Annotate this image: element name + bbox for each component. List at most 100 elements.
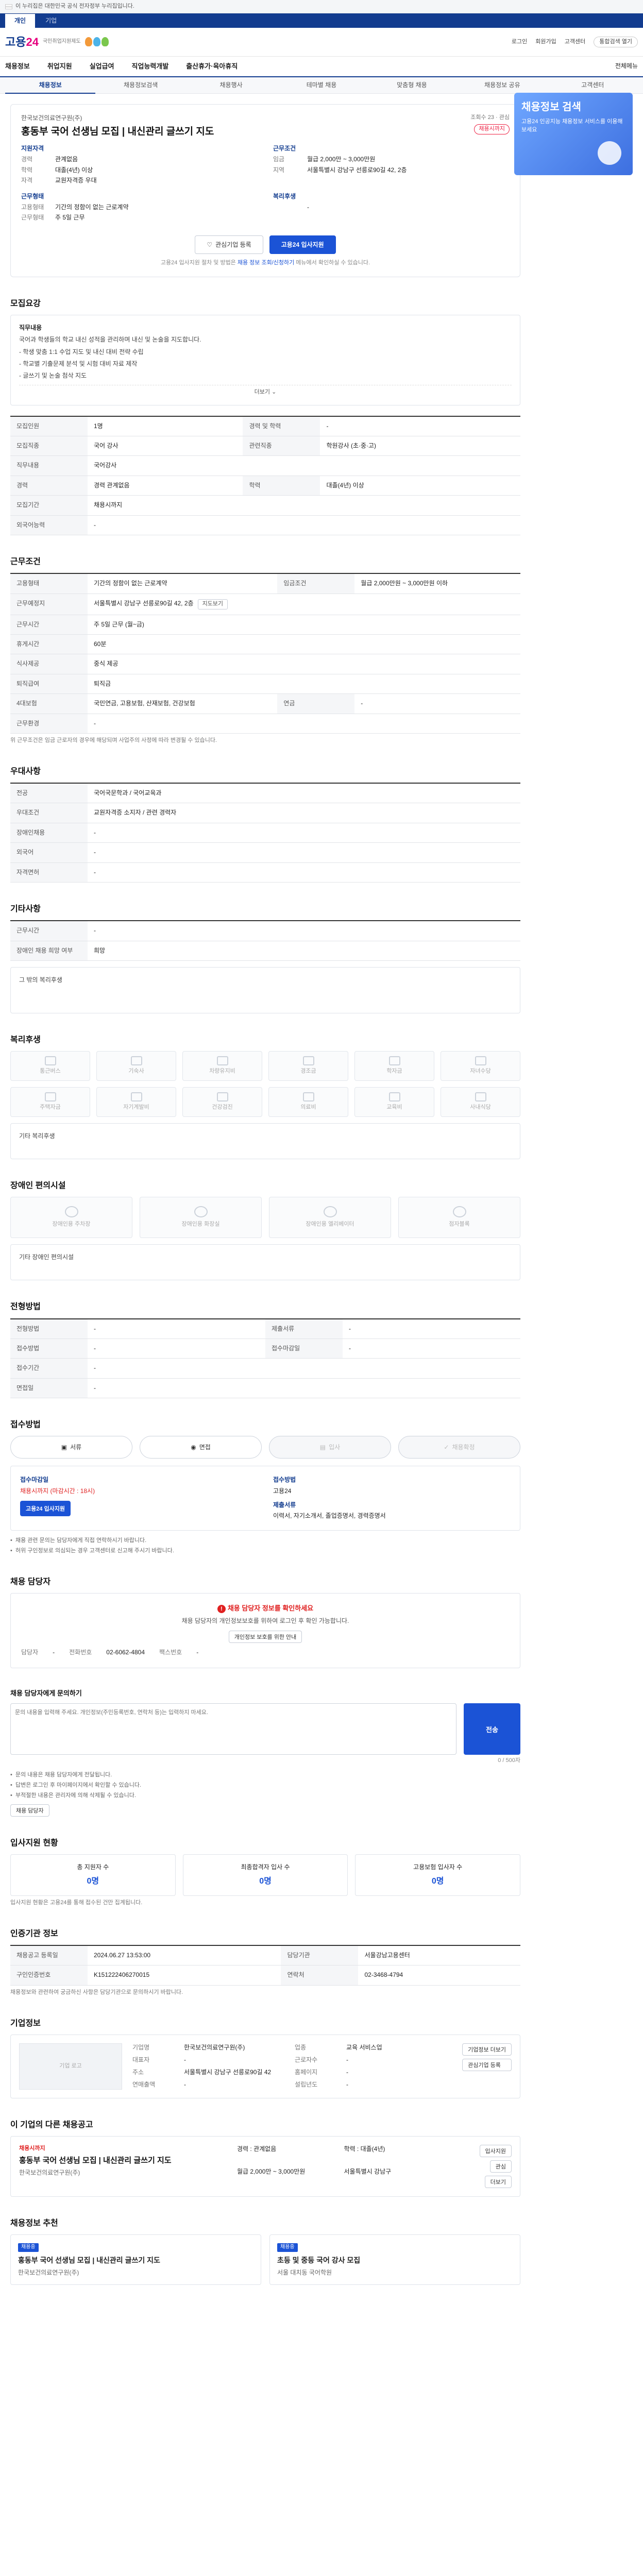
stat-label: 최종합격자 입사 수: [241, 1863, 290, 1871]
privacy-guide-button[interactable]: 개인정보 보호를 위한 안내: [228, 1631, 302, 1643]
section-title: 인증기관 정보: [10, 1929, 58, 1938]
welfare-label: 사내식당: [470, 1104, 491, 1111]
summary-row: 임금 월급 2,000만 ~ 3,000만원: [273, 155, 510, 164]
subnav-events[interactable]: 채용행사: [186, 81, 276, 90]
interest-company-button[interactable]: ♡ 관심기업 등록: [195, 235, 263, 254]
help-link[interactable]: 고객센터: [565, 38, 585, 46]
side-banner[interactable]: 채용정보 검색 고용24 인공지능 채용정보 서비스를 이용해 보세요: [514, 93, 633, 175]
facility-other-box: 기타 장애인 편의시설: [10, 1244, 520, 1281]
welfare-item: 주택자금: [10, 1087, 90, 1117]
site-logo[interactable]: 고용24 국민취업지원제도: [5, 34, 109, 50]
subnav-theme[interactable]: 테마별 채용: [276, 81, 366, 90]
agency-section: 인증기관 정보 채용공고 등록일 2024.06.27 13:53:00 담당기관 서…: [10, 1928, 520, 1997]
table-key: 경력 및 학력: [243, 416, 320, 437]
tab-personal[interactable]: 개인: [5, 13, 36, 28]
same-interest-button[interactable]: 관심: [489, 2160, 512, 2173]
meta-item: 학력 : 대졸(4년): [344, 2145, 385, 2153]
apply-col-heading: 접수마감일: [20, 1476, 49, 1484]
table-row: 장애인 채용 희망 여부 희망: [10, 941, 520, 961]
gnb-leave[interactable]: 출산휴가·육아휴직: [186, 62, 238, 72]
table-value: -: [320, 416, 520, 437]
same-company-job[interactable]: 채용시까지 홍동부 국어 선생님 모집 | 내신관리 글쓰기 지도 한국보건의료…: [10, 2136, 520, 2197]
scrap-button[interactable]: 관심: [499, 114, 510, 121]
company-interest-button[interactable]: 관심기업 등록: [462, 2058, 512, 2071]
table-key: 전공: [10, 783, 88, 804]
more-button[interactable]: 더보기 ⌄: [19, 384, 512, 397]
gnb-unemployment[interactable]: 실업급여: [90, 62, 114, 72]
table-key: 식사제공: [10, 654, 88, 674]
gnb-employment-support[interactable]: 취업지원: [47, 62, 72, 72]
subnav-jobs[interactable]: 채용정보: [5, 81, 96, 94]
table-value: 국어 강사: [88, 436, 243, 456]
signup-link[interactable]: 회원가입: [535, 38, 556, 46]
search-toggle[interactable]: 통합검색 열기: [594, 36, 638, 48]
char-counter: 0 / 500자: [498, 1757, 520, 1764]
section-title: 채용 담당자: [10, 1577, 51, 1586]
apply-button[interactable]: 고용24 입사지원: [269, 235, 336, 254]
same-job-title[interactable]: 홍동부 국어 선생님 모집 | 내신관리 글쓰기 지도: [19, 2155, 227, 2166]
table-row: 자격면허 -: [10, 862, 520, 883]
subnav-search[interactable]: 채용정보검색: [95, 81, 185, 90]
preference-table: 전공 국어국문학과 / 국어교육과 우대조건 교원자격증 소지자 / 관련 경력자 …: [10, 783, 520, 883]
table-value: -: [88, 842, 520, 863]
table-row: 근무시간 주 5일 근무 (월~금): [10, 615, 520, 635]
table-key: 접수마감일: [265, 1338, 343, 1359]
logo-mark: 고용24: [5, 35, 39, 48]
subnav-custom[interactable]: 맞춤형 채용: [367, 81, 457, 90]
company-value: 교육 서비스업: [346, 2043, 382, 2051]
manager-text: 채용 담당자의 개인정보보호를 위하여 로그인 후 확인 가능합니다.: [181, 1617, 349, 1624]
same-more-button[interactable]: 더보기: [484, 2176, 512, 2189]
company-name[interactable]: 한국보건의료연구원(주): [21, 114, 510, 123]
login-link[interactable]: 로그인: [512, 38, 527, 46]
table-value: -: [88, 714, 520, 734]
inquiry-actions: 채용 담당자: [10, 1804, 520, 1817]
recommend-cards: 채용중 홍동부 국어 선생님 모집 | 내신관리 글쓰기 지도 한국보건의료연구…: [10, 2234, 520, 2285]
section-title: 전형방법: [10, 1302, 41, 1312]
table-value: 희망: [88, 941, 520, 961]
work-footnote: 위 근무조건은 임금 근로자의 경우에 해당되며 사업주의 사정에 따라 변경될…: [10, 737, 217, 743]
apply-col: 접수마감일 채용시까지 (마감시간 : 18시) 고용24 입사지원: [20, 1476, 258, 1521]
cap-icon: [388, 1056, 400, 1066]
gnb-training[interactable]: 직업능력개발: [132, 62, 169, 72]
table-value: -: [88, 1318, 265, 1339]
recommend-card[interactable]: 채용중 홍동부 국어 선생님 모집 | 내신관리 글쓰기 지도 한국보건의료연구…: [10, 2234, 261, 2285]
table-row: 모집인원 1명 경력 및 학력 -: [10, 416, 520, 437]
inquiry-textarea[interactable]: [10, 1703, 456, 1755]
company-more-button[interactable]: 기업정보 더보기: [462, 2043, 512, 2056]
gnb-jobs[interactable]: 채용정보: [5, 62, 30, 72]
subnav-share[interactable]: 채용정보 공유: [457, 81, 547, 90]
manager-inquiry-button[interactable]: 채용 담당자: [10, 1804, 49, 1817]
table-value: K151222406270015: [88, 1965, 281, 1986]
inquiry-send-button[interactable]: 전송: [464, 1703, 520, 1755]
stat-label: 고용보험 입사자 수: [413, 1863, 463, 1871]
all-menu-button[interactable]: 전체메뉴: [615, 62, 638, 71]
table-key: 모집직종: [10, 436, 88, 456]
recommend-card[interactable]: 채용중 초등 및 중등 국어 강사 모집 서울 대치동 국어학원: [269, 2234, 520, 2285]
desc-line: - 학생 맞춤 1:1 수업 지도 및 내신 대비 전략 수립: [19, 348, 144, 355]
company-key: 주소: [132, 2068, 144, 2076]
box-title: 기타 복리후생: [19, 1132, 55, 1140]
table-value: -: [88, 515, 520, 536]
subnav-help[interactable]: 고객센터: [548, 81, 638, 90]
robot-icon: [598, 141, 621, 165]
table-key: 우대조건: [10, 803, 88, 823]
map-button[interactable]: 지도보기: [197, 599, 228, 609]
child-icon: [475, 1056, 486, 1066]
facility-label: 장애인용 엘리베이터: [306, 1221, 354, 1228]
welfare-item: 기숙사: [96, 1051, 176, 1081]
company-section: 기업정보 기업 로고 기업명 한국보건의료연구원(주) 업종 교육 서비스업 대표자 -…: [10, 2018, 520, 2098]
inquiry-notes: 문의 내용은 채용 담당자에게 전달됩니다. 답변은 로그인 후 마이페이지에서…: [10, 1771, 520, 1800]
summary-grid: 지원자격 경력 관계없음 학력 대졸(4년) 이상 자격 교원자격증 우대 근무조건 …: [21, 144, 510, 224]
inquiry-section: 채용 담당자에게 문의하기 전송 0 / 500자 문의 내용은 채용 담당자에…: [10, 1689, 520, 1817]
same-apply-button[interactable]: 입사지원: [479, 2145, 512, 2158]
kv-key: 고용형태: [21, 203, 44, 211]
table-value: 중식 제공: [88, 654, 520, 674]
apply-note-link[interactable]: 채용 정보 조회/신청하기: [238, 260, 294, 266]
elevator-icon: [323, 1206, 337, 1218]
tab-company[interactable]: 기업: [36, 14, 66, 28]
apply-button-secondary[interactable]: 고용24 입사지원: [20, 1501, 71, 1517]
bus-icon: [44, 1056, 56, 1066]
heart-icon: ♡: [207, 241, 213, 248]
manager-warning: ! 채용 담당자 정보를 확인하세요: [21, 1604, 510, 1614]
table-key: 휴게시간: [10, 634, 88, 655]
